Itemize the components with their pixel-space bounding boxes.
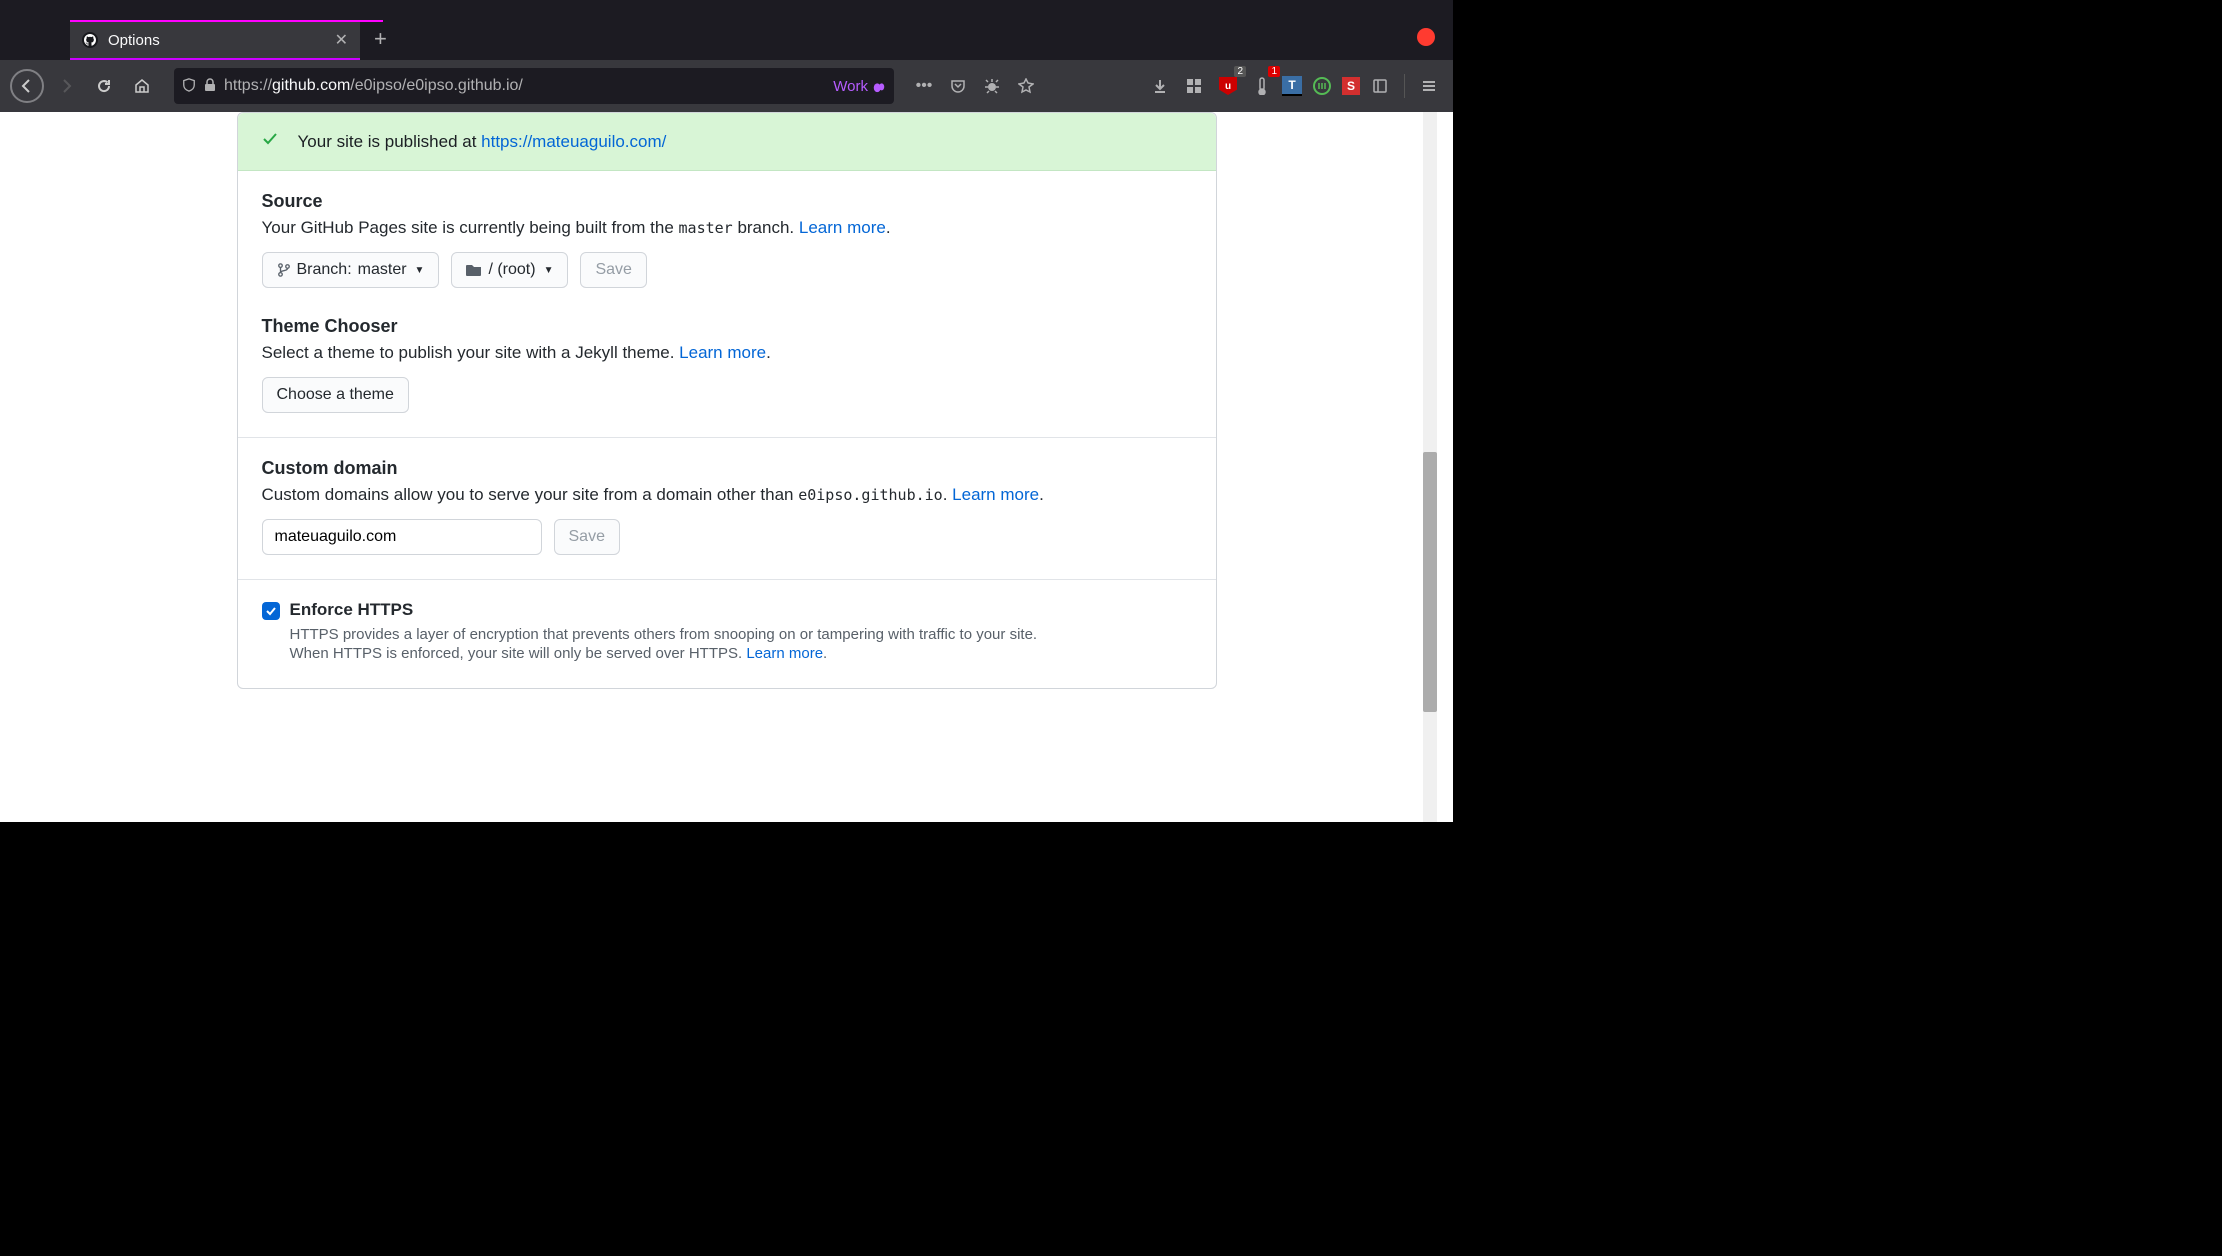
page-actions-icon[interactable]: ••• bbox=[910, 72, 938, 100]
url-text: https://github.com/e0ipso/e0ipso.github.… bbox=[224, 77, 825, 95]
domain-save-button[interactable]: Save bbox=[554, 519, 620, 555]
enforce-https-heading: Enforce HTTPS bbox=[290, 600, 1038, 620]
pocket-icon[interactable] bbox=[944, 72, 972, 100]
bug-icon[interactable] bbox=[978, 72, 1006, 100]
bookmark-star-icon[interactable] bbox=[1012, 72, 1040, 100]
record-indicator bbox=[1417, 28, 1435, 46]
flash-success-banner: Your site is published at https://mateua… bbox=[238, 113, 1216, 171]
extension-green-circle-icon[interactable] bbox=[1308, 72, 1336, 100]
ublock-extension-icon[interactable]: u 2 bbox=[1214, 72, 1242, 100]
branch-selector-button[interactable]: Branch: master ▼ bbox=[262, 252, 440, 288]
apps-grid-icon[interactable] bbox=[1180, 72, 1208, 100]
lock-icon bbox=[204, 78, 216, 95]
https-learn-more-link[interactable]: Learn more bbox=[746, 645, 823, 662]
github-favicon bbox=[82, 32, 98, 48]
published-url-link[interactable]: https://mateuaguilo.com/ bbox=[481, 132, 666, 151]
scrollbar-thumb[interactable] bbox=[1423, 452, 1437, 712]
chevron-down-icon: ▼ bbox=[544, 265, 554, 276]
extension-s-icon[interactable]: S bbox=[1342, 77, 1360, 95]
folder-icon bbox=[466, 263, 482, 277]
source-save-button[interactable]: Save bbox=[580, 252, 646, 288]
https-description-line1: HTTPS provides a layer of encryption tha… bbox=[290, 626, 1038, 643]
extension-t-icon[interactable]: T bbox=[1282, 76, 1302, 96]
custom-domain-description: Custom domains allow you to serve your s… bbox=[262, 485, 1192, 505]
toolbar-divider bbox=[1404, 74, 1405, 98]
tab-close-icon[interactable]: ✕ bbox=[335, 30, 348, 50]
custom-domain-input[interactable] bbox=[262, 519, 542, 555]
domain-learn-more-link[interactable]: Learn more bbox=[952, 485, 1039, 504]
forward-button bbox=[50, 70, 82, 102]
folder-selector-button[interactable]: / (root) ▼ bbox=[451, 252, 568, 288]
downloads-icon[interactable] bbox=[1146, 72, 1174, 100]
theme-heading: Theme Chooser bbox=[262, 316, 1192, 337]
hamburger-menu-icon[interactable] bbox=[1415, 72, 1443, 100]
source-description: Your GitHub Pages site is currently bein… bbox=[262, 218, 1192, 238]
library-icon[interactable] bbox=[1366, 72, 1394, 100]
source-learn-more-link[interactable]: Learn more bbox=[799, 218, 886, 237]
choose-theme-button[interactable]: Choose a theme bbox=[262, 377, 409, 413]
theme-learn-more-link[interactable]: Learn more bbox=[679, 343, 766, 362]
window-frame-bottom bbox=[0, 1238, 2222, 1256]
check-icon bbox=[262, 131, 278, 152]
back-button[interactable] bbox=[10, 69, 44, 103]
tab-title: Options bbox=[108, 32, 325, 49]
reload-button[interactable] bbox=[88, 70, 120, 102]
custom-domain-heading: Custom domain bbox=[262, 458, 1192, 479]
home-button[interactable] bbox=[126, 70, 158, 102]
enforce-https-checkbox[interactable] bbox=[262, 602, 280, 620]
source-heading: Source bbox=[262, 191, 1192, 212]
extension-thermometer-icon[interactable]: 1 bbox=[1248, 72, 1276, 100]
new-tab-button[interactable]: + bbox=[360, 18, 401, 60]
address-bar[interactable]: https://github.com/e0ipso/e0ipso.github.… bbox=[174, 68, 894, 104]
browser-tab[interactable]: Options ✕ bbox=[70, 22, 360, 60]
flash-text: Your site is published at bbox=[298, 132, 482, 151]
theme-description: Select a theme to publish your site with… bbox=[262, 343, 1192, 363]
https-description-line2: When HTTPS is enforced, your site will o… bbox=[290, 645, 1038, 662]
chevron-down-icon: ▼ bbox=[415, 265, 425, 276]
git-branch-icon bbox=[277, 263, 291, 277]
shield-icon bbox=[182, 78, 196, 95]
container-label: Work bbox=[833, 78, 886, 95]
